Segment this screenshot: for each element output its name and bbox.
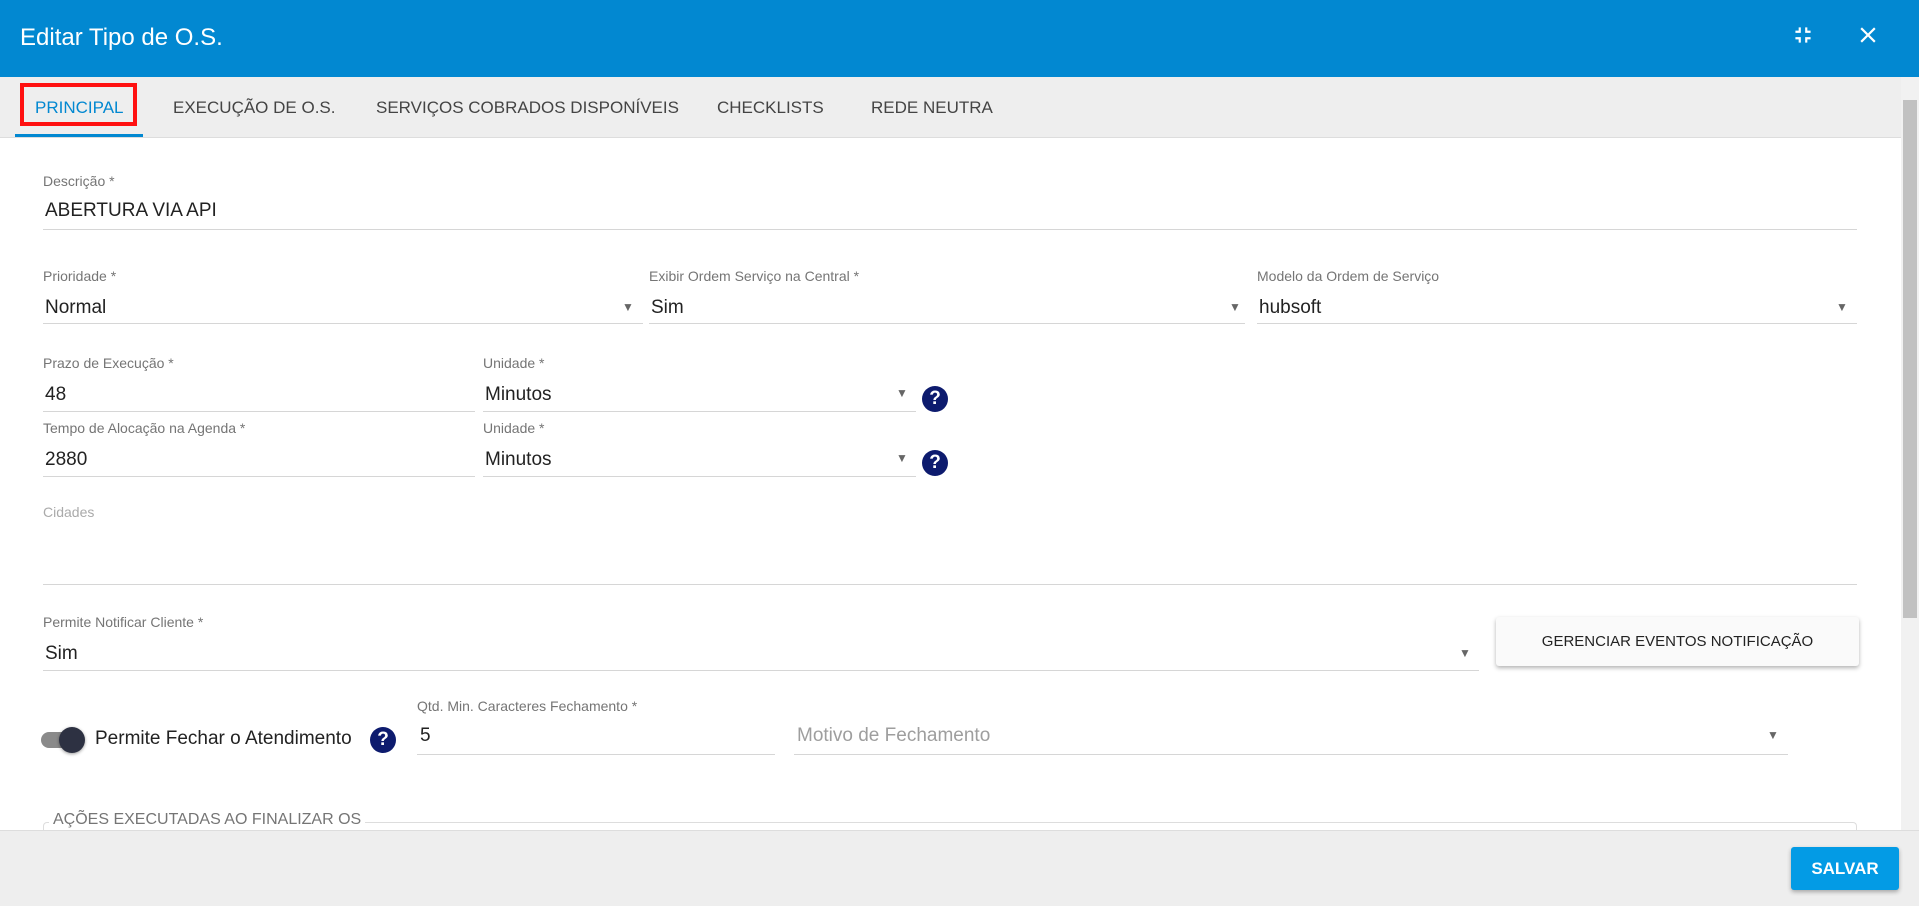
acoes-legend: AÇÕES EXECUTADAS AO FINALIZAR OS: [49, 811, 366, 829]
descricao-underline: [43, 229, 1857, 230]
prioridade-select[interactable]: Normal: [45, 297, 106, 319]
dialog-footer: [0, 830, 1919, 906]
exibir-select[interactable]: Sim: [651, 297, 684, 319]
tab-execucao[interactable]: EXECUÇÃO DE O.S.: [173, 77, 335, 138]
highlight-box: [20, 83, 137, 126]
motivo-select[interactable]: Motivo de Fechamento: [797, 725, 990, 747]
chevron-down-icon[interactable]: ▼: [1767, 728, 1779, 742]
unidade1-label: Unidade *: [483, 355, 545, 371]
descricao-label: Descrição *: [43, 173, 115, 189]
close-icon[interactable]: [1855, 22, 1881, 55]
exibir-underline: [649, 323, 1245, 324]
tab-checklists[interactable]: CHECKLISTS: [717, 77, 824, 138]
modelo-underline: [1257, 323, 1857, 324]
prazo-label: Prazo de Execução *: [43, 355, 174, 371]
notificar-select[interactable]: Sim: [45, 643, 78, 665]
unidade2-select[interactable]: Minutos: [485, 449, 552, 471]
dialog-header: [0, 0, 1919, 77]
chevron-down-icon[interactable]: ▼: [622, 300, 634, 314]
fechar-label: Permite Fechar o Atendimento: [95, 728, 352, 749]
chevron-down-icon[interactable]: ▼: [896, 451, 908, 465]
help-icon[interactable]: ?: [922, 450, 948, 476]
modelo-select[interactable]: hubsoft: [1259, 297, 1321, 319]
chevron-down-icon[interactable]: ▼: [1836, 300, 1848, 314]
tab-rede-neutra[interactable]: REDE NEUTRA: [871, 77, 993, 138]
toggle-knob[interactable]: [59, 727, 85, 753]
cidades-input[interactable]: [43, 525, 1857, 583]
chevron-down-icon[interactable]: ▼: [896, 386, 908, 400]
prioridade-label: Prioridade *: [43, 268, 117, 284]
notificar-underline: [43, 670, 1479, 671]
help-icon[interactable]: ?: [922, 386, 948, 412]
modelo-label: Modelo da Ordem de Serviço: [1257, 268, 1440, 284]
dialog-title: Editar Tipo de O.S.: [20, 24, 223, 51]
tab-bar: PRINCIPAL EXECUÇÃO DE O.S. SERVIÇOS COBR…: [0, 77, 1901, 138]
active-tab-indicator: [15, 134, 143, 137]
qtd-input[interactable]: 5: [420, 725, 431, 747]
chevron-down-icon[interactable]: ▼: [1459, 646, 1471, 660]
gerenciar-eventos-button[interactable]: GERENCIAR EVENTOS NOTIFICAÇÃO: [1496, 617, 1859, 666]
cidades-label: Cidades: [43, 504, 95, 520]
unidade1-underline: [483, 411, 916, 412]
cidades-underline: [43, 584, 1857, 585]
unidade2-underline: [483, 476, 916, 477]
exibir-label: Exibir Ordem Serviço na Central *: [649, 268, 860, 284]
save-button[interactable]: SALVAR: [1791, 847, 1899, 890]
unidade1-select[interactable]: Minutos: [485, 384, 552, 406]
qtd-label: Qtd. Min. Caracteres Fechamento *: [417, 698, 638, 714]
scrollbar-thumb[interactable]: [1903, 100, 1917, 618]
tab-servicos-cobrados[interactable]: SERVIÇOS COBRADOS DISPONÍVEIS: [376, 77, 679, 138]
prioridade-underline: [43, 323, 643, 324]
descricao-input[interactable]: ABERTURA VIA API: [45, 200, 217, 222]
qtd-underline: [417, 754, 775, 755]
notificar-label: Permite Notificar Cliente *: [43, 614, 204, 630]
compress-icon[interactable]: [1790, 22, 1816, 55]
help-icon[interactable]: ?: [370, 727, 396, 753]
prazo-underline: [43, 411, 475, 412]
tempo-input[interactable]: 2880: [45, 449, 87, 471]
chevron-down-icon[interactable]: ▼: [1229, 300, 1241, 314]
prazo-input[interactable]: 48: [45, 384, 66, 406]
unidade2-label: Unidade *: [483, 420, 545, 436]
tempo-underline: [43, 476, 475, 477]
motivo-underline: [794, 754, 1788, 755]
tempo-label: Tempo de Alocação na Agenda *: [43, 420, 246, 436]
